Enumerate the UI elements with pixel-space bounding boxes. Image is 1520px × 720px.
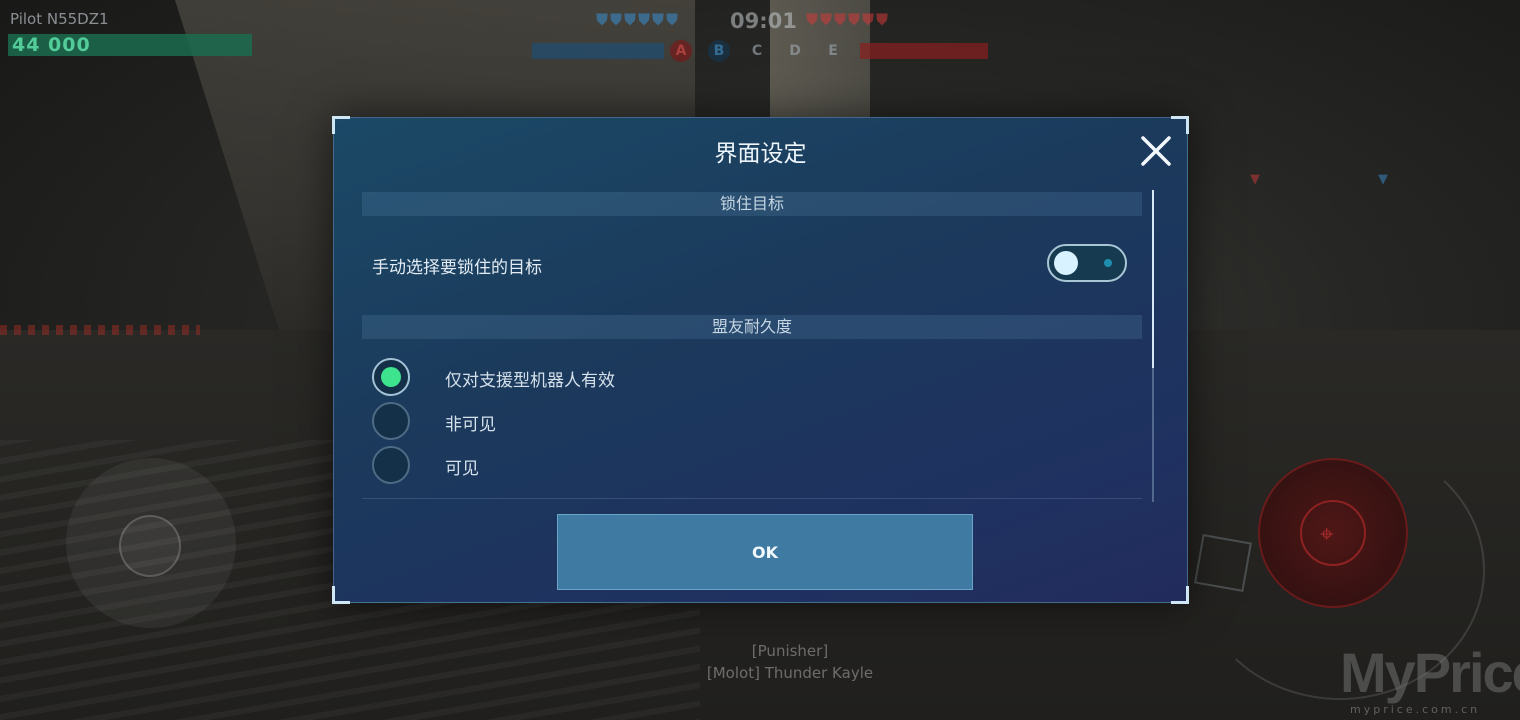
health-value: 44 000	[12, 34, 91, 56]
watermark-domain: myprice.com.cn	[1350, 703, 1481, 716]
corner-bracket	[332, 586, 350, 604]
killfeed: [Punisher] [Molot] Thunder Kayle	[670, 640, 910, 684]
close-icon	[1141, 136, 1171, 166]
beacon-e: E	[828, 43, 838, 59]
manual-lock-target-label: 手动选择要锁住的目标	[372, 258, 542, 278]
background-lights	[0, 325, 200, 335]
dialog-title: 界面设定	[714, 141, 807, 167]
radio-label: 仅对支援型机器人有效	[445, 371, 615, 391]
killfeed-entry: [Punisher]	[751, 642, 829, 660]
crosshair-icon: ⌖	[1320, 520, 1334, 548]
corner-bracket	[332, 116, 350, 134]
ally-marker-icon: ▼	[1378, 172, 1388, 187]
manual-lock-target-toggle[interactable]	[1047, 244, 1127, 282]
radio-button[interactable]	[372, 402, 410, 440]
beacon-c: C	[751, 43, 763, 59]
red-team-robot-icons: ⛊⛊⛊⛊⛊⛊	[806, 10, 891, 29]
match-timer: 09:01	[730, 9, 797, 33]
beacon-d: D	[789, 43, 801, 59]
beacon-indicators: A B C D E	[670, 40, 844, 62]
toggle-indicator-dot	[1104, 259, 1112, 267]
content-divider	[362, 498, 1142, 499]
radio-label: 非可见	[445, 415, 496, 435]
settings-content: 锁住目标 手动选择要锁住的目标 盟友耐久度 仅对支援型机器人有效 非可见 可见	[362, 190, 1142, 502]
pilot-name: Pilot N55DZ1	[10, 10, 109, 28]
radio-label: 可见	[445, 459, 479, 479]
ally-durability-option-support-only[interactable]: 仅对支援型机器人有效	[372, 358, 772, 398]
toggle-knob	[1054, 251, 1078, 275]
ok-button[interactable]: OK	[557, 514, 973, 590]
ally-durability-option-visible[interactable]: 可见	[372, 446, 772, 486]
blue-team-score-bar	[532, 43, 664, 59]
red-team-score-bar	[860, 43, 988, 59]
section-header-ally-durability: 盟友耐久度	[362, 315, 1142, 339]
watermark-logo: MyPrice	[1340, 641, 1520, 704]
joystick-thumb[interactable]	[119, 515, 181, 577]
enemy-marker-icon: ▼	[1250, 172, 1260, 187]
corner-bracket	[1171, 586, 1189, 604]
interface-settings-dialog: 界面设定 锁住目标 手动选择要锁住的目标 盟友耐久度 仅对支援型机器人有效 非可…	[332, 116, 1189, 604]
radio-selected-dot	[381, 367, 401, 387]
killfeed-entry: [Molot] Thunder Kayle	[706, 664, 874, 682]
radio-button[interactable]	[372, 446, 410, 484]
section-header-lock-target: 锁住目标	[362, 192, 1142, 216]
blue-team-robot-icons: ⛊⛊⛊⛊⛊⛊	[596, 10, 681, 29]
manual-lock-target-row: 手动选择要锁住的目标	[362, 240, 1142, 288]
scrollbar-thumb[interactable]	[1152, 190, 1154, 368]
beacon-b: B	[708, 40, 730, 62]
ally-durability-option-hidden[interactable]: 非可见	[372, 402, 772, 442]
weapon-slot-button[interactable]	[1194, 534, 1252, 592]
radio-button[interactable]	[372, 358, 410, 396]
close-button[interactable]	[1137, 132, 1175, 170]
beacon-a: A	[670, 40, 692, 62]
